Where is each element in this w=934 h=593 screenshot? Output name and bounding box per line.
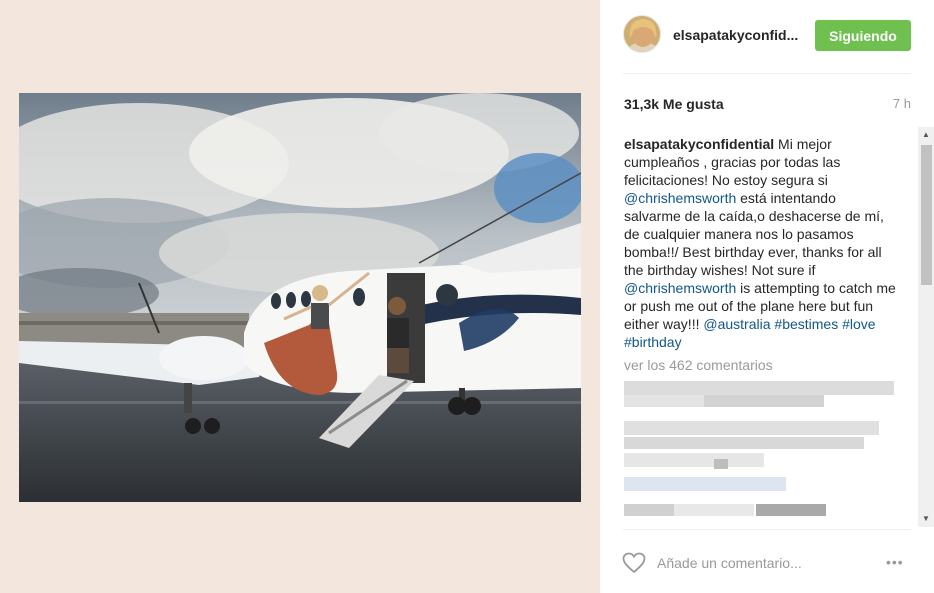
username[interactable]: elsapatakyconfid... (673, 27, 798, 43)
blurred-comment (624, 504, 674, 516)
hashtag-link[interactable]: #bestimes (774, 316, 838, 332)
triangle-down-icon[interactable]: ▼ (918, 511, 934, 527)
hashtag-link[interactable]: #birthday (624, 334, 682, 350)
comments-list[interactable]: elsapatakyconfidential Mi mejor cumpleañ… (624, 126, 916, 526)
blurred-comments (624, 381, 916, 526)
following-button[interactable]: Siguiendo (815, 20, 911, 51)
avatar-image (624, 16, 660, 52)
blurred-comment (624, 381, 894, 395)
comment-input[interactable] (657, 552, 857, 574)
blurred-comment (624, 421, 879, 435)
triangle-up-icon[interactable]: ▲ (918, 127, 934, 143)
more-options-icon[interactable]: ••• (886, 554, 904, 570)
blurred-comment (714, 459, 728, 469)
post-time[interactable]: 7 h (893, 96, 911, 111)
photo-illustration (19, 93, 581, 502)
post-header: elsapatakyconfid... Siguiendo (600, 0, 934, 73)
blurred-comment (624, 395, 704, 407)
blurred-comment (756, 504, 826, 516)
avatar[interactable] (623, 15, 661, 53)
caption: elsapatakyconfidential Mi mejor cumpleañ… (624, 126, 896, 351)
blurred-comment (624, 437, 864, 449)
divider (623, 529, 911, 530)
blurred-comment (624, 453, 764, 467)
caption-username[interactable]: elsapatakyconfidential (624, 136, 774, 152)
blurred-comment (674, 504, 754, 516)
scrollbar-thumb[interactable] (921, 145, 932, 285)
blurred-comment (704, 395, 824, 407)
mention-link[interactable]: @chrishemsworth (624, 280, 736, 296)
hashtag-link[interactable]: @australia (703, 316, 770, 332)
divider (623, 73, 911, 74)
mention-link[interactable]: @chrishemsworth (624, 190, 736, 206)
post-photo[interactable] (19, 93, 581, 502)
comments-scrollbar[interactable]: ▲ ▼ (918, 127, 934, 527)
blurred-comment (624, 477, 786, 491)
likes-count[interactable]: 31,3k Me gusta (624, 96, 724, 112)
heart-icon[interactable] (622, 552, 646, 574)
hashtag-link[interactable]: #love (842, 316, 875, 332)
post-sidebar: elsapatakyconfid... Siguiendo 31,3k Me g… (600, 0, 934, 593)
load-more-comments[interactable]: ver los 462 comentarios (624, 357, 916, 373)
media-pane (0, 0, 600, 593)
